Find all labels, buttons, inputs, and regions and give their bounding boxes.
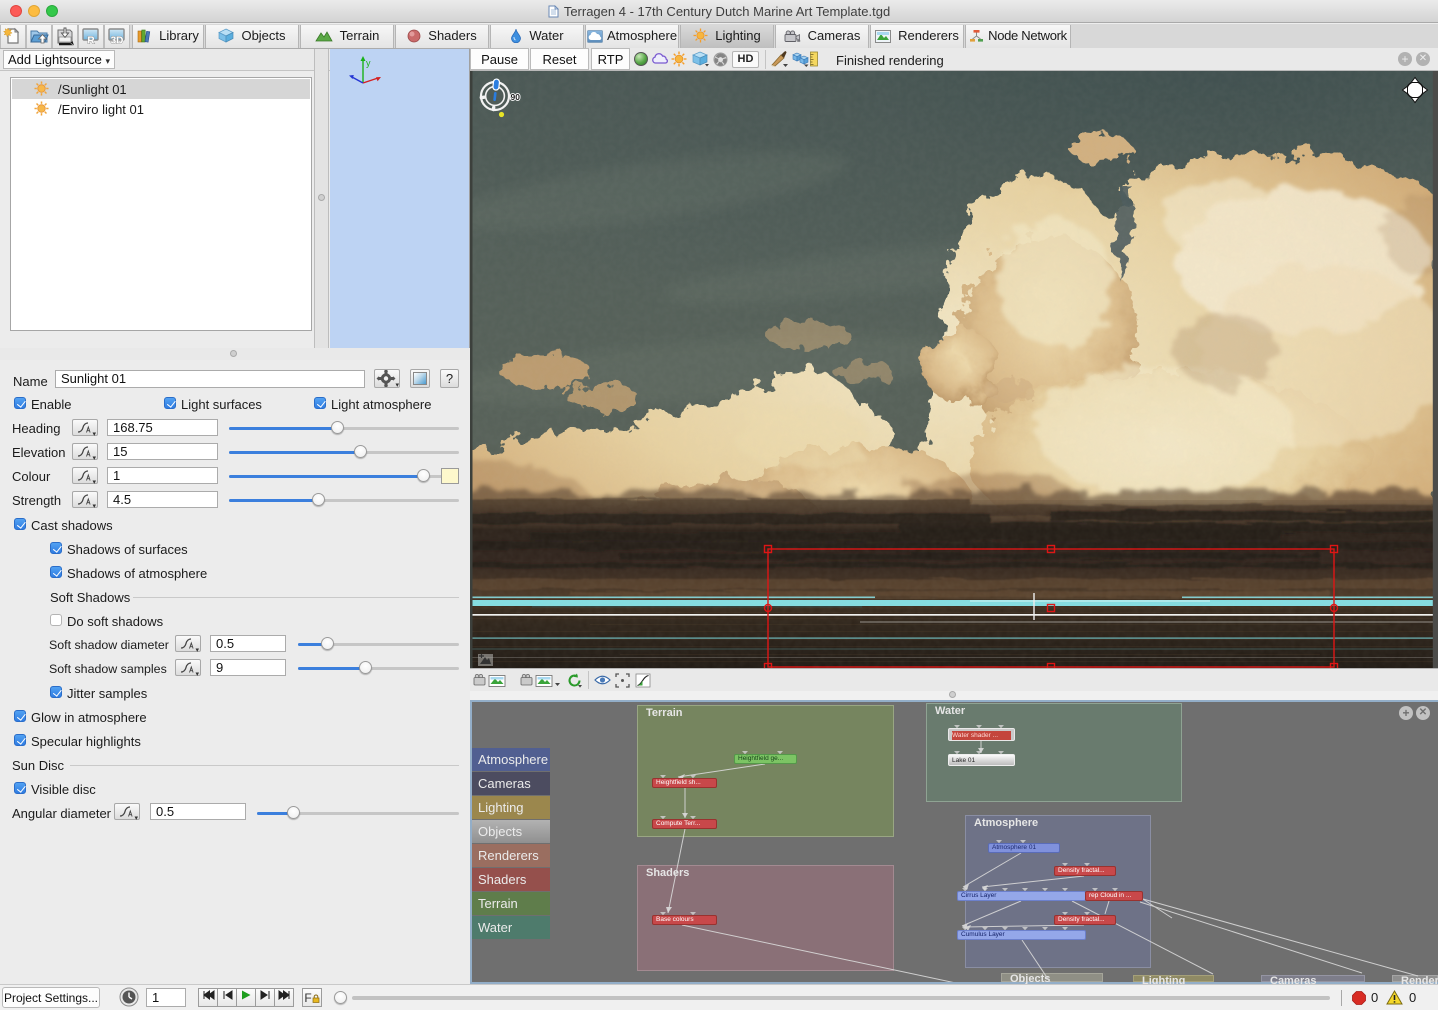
svg-text:y: y <box>366 58 371 68</box>
svg-text:3D: 3D <box>111 36 124 47</box>
svg-text:R: R <box>87 36 95 47</box>
svg-text:90: 90 <box>511 92 521 102</box>
